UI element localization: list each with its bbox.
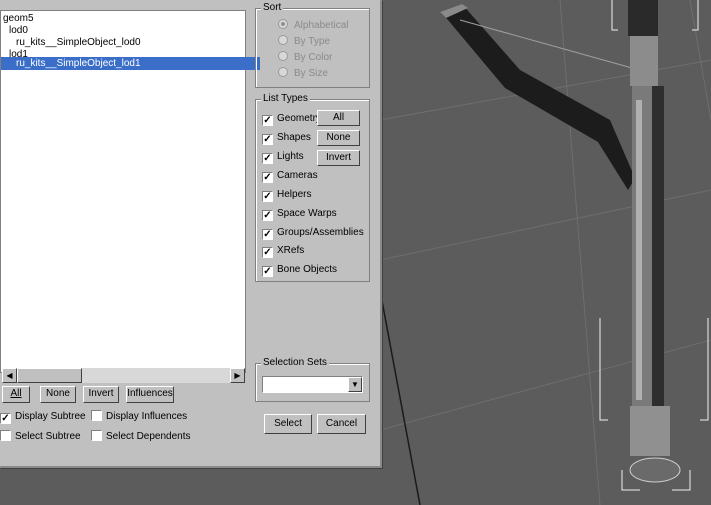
list-types-group-title: List Types: [261, 93, 310, 105]
shapes-label: Shapes: [277, 132, 311, 143]
sort-group: Sort Alphabetical By Type By Color By Si…: [255, 2, 370, 88]
sort-by-type-radio[interactable]: [278, 35, 288, 45]
helpers-checkbox[interactable]: ✓: [262, 191, 273, 202]
scroll-right-icon[interactable]: ▶: [230, 368, 245, 383]
groups-assemblies-checkbox[interactable]: ✓: [262, 229, 273, 240]
selection-sets-group: Selection Sets ▼: [255, 357, 370, 402]
list-type-lights[interactable]: ✓ Lights: [262, 150, 304, 164]
select-button[interactable]: Select: [264, 414, 312, 434]
list-type-xrefs[interactable]: ✓ XRefs: [262, 244, 304, 258]
sort-by-size-label: By Size: [294, 68, 328, 79]
select-all-button[interactable]: All: [2, 386, 30, 403]
select-subtree-option[interactable]: Select Subtree: [0, 430, 81, 444]
select-dependents-checkbox[interactable]: [91, 430, 102, 441]
list-types-all-button[interactable]: All: [317, 110, 360, 126]
bone-objects-label: Bone Objects: [277, 264, 338, 275]
selection-sets-dropdown[interactable]: ▼: [262, 376, 363, 393]
select-dependents-option[interactable]: Select Dependents: [91, 430, 191, 444]
display-subtree-option[interactable]: ✓ Display Subtree: [0, 410, 86, 424]
sort-by-type-option[interactable]: By Type: [278, 35, 330, 49]
sort-by-size-option[interactable]: By Size: [278, 67, 328, 81]
cameras-label: Cameras: [277, 170, 318, 181]
sort-alphabetical-radio[interactable]: [278, 19, 288, 29]
list-types-group: List Types ✓ Geometry ✓ Shapes ✓ Lights ✓ Ca…: [255, 93, 370, 282]
space-warps-label: Space Warps: [277, 208, 337, 219]
xrefs-label: XRefs: [277, 245, 305, 256]
list-type-cameras[interactable]: ✓ Cameras: [262, 169, 318, 183]
select-none-button[interactable]: None: [40, 386, 76, 403]
sort-by-color-radio[interactable]: [278, 51, 288, 61]
geometry-checkbox[interactable]: ✓: [262, 115, 273, 126]
select-subtree-label: Select Subtree: [15, 431, 81, 442]
list-type-helpers[interactable]: ✓ Helpers: [262, 188, 311, 202]
sort-by-size-radio[interactable]: [278, 67, 288, 77]
helpers-label: Helpers: [277, 189, 312, 200]
select-objects-dialog: geom5 lod0 ru_kits__SimpleObject_lod0 lo…: [0, 0, 382, 468]
sort-by-color-label: By Color: [294, 52, 333, 63]
selection-sets-title: Selection Sets: [261, 357, 329, 369]
list-types-none-button[interactable]: None: [317, 130, 360, 146]
list-type-geometry[interactable]: ✓ Geometry: [262, 112, 321, 126]
groups-assemblies-label: Groups/Assemblies: [277, 227, 364, 238]
select-invert-button[interactable]: Invert: [83, 386, 119, 403]
cancel-button[interactable]: Cancel: [317, 414, 366, 434]
sort-alphabetical-option[interactable]: Alphabetical: [278, 19, 348, 33]
sort-by-color-option[interactable]: By Color: [278, 51, 332, 65]
select-influences-button[interactable]: Influences: [126, 386, 174, 403]
space-warps-checkbox[interactable]: ✓: [262, 210, 273, 221]
select-dependents-label: Select Dependents: [106, 431, 191, 442]
display-subtree-label: Display Subtree: [15, 411, 86, 422]
lights-label: Lights: [277, 151, 304, 162]
horizontal-scrollbar[interactable]: ◀ ▶: [2, 368, 245, 383]
scroll-left-icon[interactable]: ◀: [2, 368, 17, 383]
shapes-checkbox[interactable]: ✓: [262, 134, 273, 145]
select-subtree-checkbox[interactable]: [0, 430, 11, 441]
select-all-label: All: [10, 388, 22, 399]
list-types-invert-button[interactable]: Invert: [317, 150, 360, 166]
list-type-space-warps[interactable]: ✓ Space Warps: [262, 207, 337, 221]
list-type-shapes[interactable]: ✓ Shapes: [262, 131, 311, 145]
geometry-label: Geometry: [277, 113, 321, 124]
chevron-down-icon[interactable]: ▼: [348, 377, 362, 392]
display-subtree-checkbox[interactable]: ✓: [0, 413, 11, 424]
xrefs-checkbox[interactable]: ✓: [262, 247, 273, 258]
list-type-groups-assemblies[interactable]: ✓ Groups/Assemblies: [262, 226, 364, 240]
sort-by-type-label: By Type: [294, 36, 330, 47]
cameras-checkbox[interactable]: ✓: [262, 172, 273, 183]
tree-node-lod1-object[interactable]: ru_kits__SimpleObject_lod1: [1, 57, 260, 70]
lights-checkbox[interactable]: ✓: [262, 153, 273, 164]
bone-objects-checkbox[interactable]: ✓: [262, 266, 273, 277]
sort-alphabetical-label: Alphabetical: [294, 20, 349, 31]
display-influences-label: Display Influences: [106, 411, 188, 422]
object-tree-list[interactable]: geom5 lod0 ru_kits__SimpleObject_lod0 lo…: [0, 10, 260, 383]
display-influences-option[interactable]: Display Influences: [91, 410, 187, 424]
display-influences-checkbox[interactable]: [91, 410, 102, 421]
sort-group-title: Sort: [261, 2, 284, 14]
scrollbar-thumb[interactable]: [17, 368, 82, 383]
list-type-bone-objects[interactable]: ✓ Bone Objects: [262, 263, 337, 277]
